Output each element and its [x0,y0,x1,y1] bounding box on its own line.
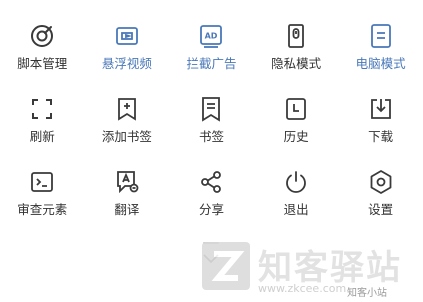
inspect-element-icon [28,168,56,196]
menu-item-bookmarks[interactable]: 书签 [169,95,254,168]
menu-item-add-bookmark[interactable]: 添加书签 [85,95,170,168]
script-manager-icon [28,22,56,50]
menu-item-label: 书签 [198,129,224,144]
add-bookmark-icon [113,95,141,123]
menu-item-exit[interactable]: 退出 [254,168,339,241]
settings-icon [367,168,395,196]
menu-item-label: 隐私模式 [271,56,322,71]
menu-item-label: 电脑模式 [355,56,406,71]
menu-item-label: 审查元素 [17,202,68,217]
menu-item-label: 翻译 [114,202,140,217]
menu-item-label: 添加书签 [101,129,152,144]
translate-icon [113,168,141,196]
menu-item-script-manager[interactable]: 脚本管理 [0,22,85,95]
menu-item-refresh[interactable]: 刷新 [0,95,85,168]
browser-menu-grid: 脚本管理 悬浮视频 AD 拦截广告 隐私模式 电脑模式 刷新 添加书签 书签 历… [0,22,423,241]
menu-item-ad-block[interactable]: AD 拦截广告 [169,22,254,95]
watermark: 知客驿站 www.zkcee.com 知客小站 [202,238,417,300]
menu-item-label: 下载 [368,129,394,144]
menu-item-inspect-element[interactable]: 审查元素 [0,168,85,241]
menu-item-label: 悬浮视频 [101,56,152,71]
floating-video-icon [113,22,141,50]
watermark-z-icon [211,251,245,281]
privacy-mode-icon [282,22,310,50]
exit-icon [282,168,310,196]
menu-item-label: 设置 [368,202,394,217]
watermark-url: www.zkcee.com [258,282,347,295]
share-icon [197,168,225,196]
menu-item-share[interactable]: 分享 [169,168,254,241]
menu-item-label: 刷新 [29,129,55,144]
menu-item-label: 分享 [198,202,224,217]
refresh-icon [28,95,56,123]
ad-block-icon: AD [197,22,225,50]
download-icon [367,95,395,123]
menu-item-desktop-mode[interactable]: 电脑模式 [338,22,423,95]
menu-item-label: 退出 [283,202,309,217]
watermark-channel: 知客小站 [347,288,387,299]
ad-icon-text: AD [205,32,218,41]
menu-item-download[interactable]: 下载 [338,95,423,168]
menu-item-floating-video[interactable]: 悬浮视频 [85,22,170,95]
bookmarks-icon [197,95,225,123]
menu-item-translate[interactable]: 翻译 [85,168,170,241]
menu-item-label: 历史 [283,129,309,144]
menu-item-settings[interactable]: 设置 [338,168,423,241]
watermark-logo [202,242,250,290]
history-icon [282,95,310,123]
menu-item-privacy-mode[interactable]: 隐私模式 [254,22,339,95]
desktop-mode-icon [367,22,395,50]
menu-item-label: 脚本管理 [17,56,68,71]
menu-item-history[interactable]: 历史 [254,95,339,168]
menu-item-label: 拦截广告 [186,56,237,71]
